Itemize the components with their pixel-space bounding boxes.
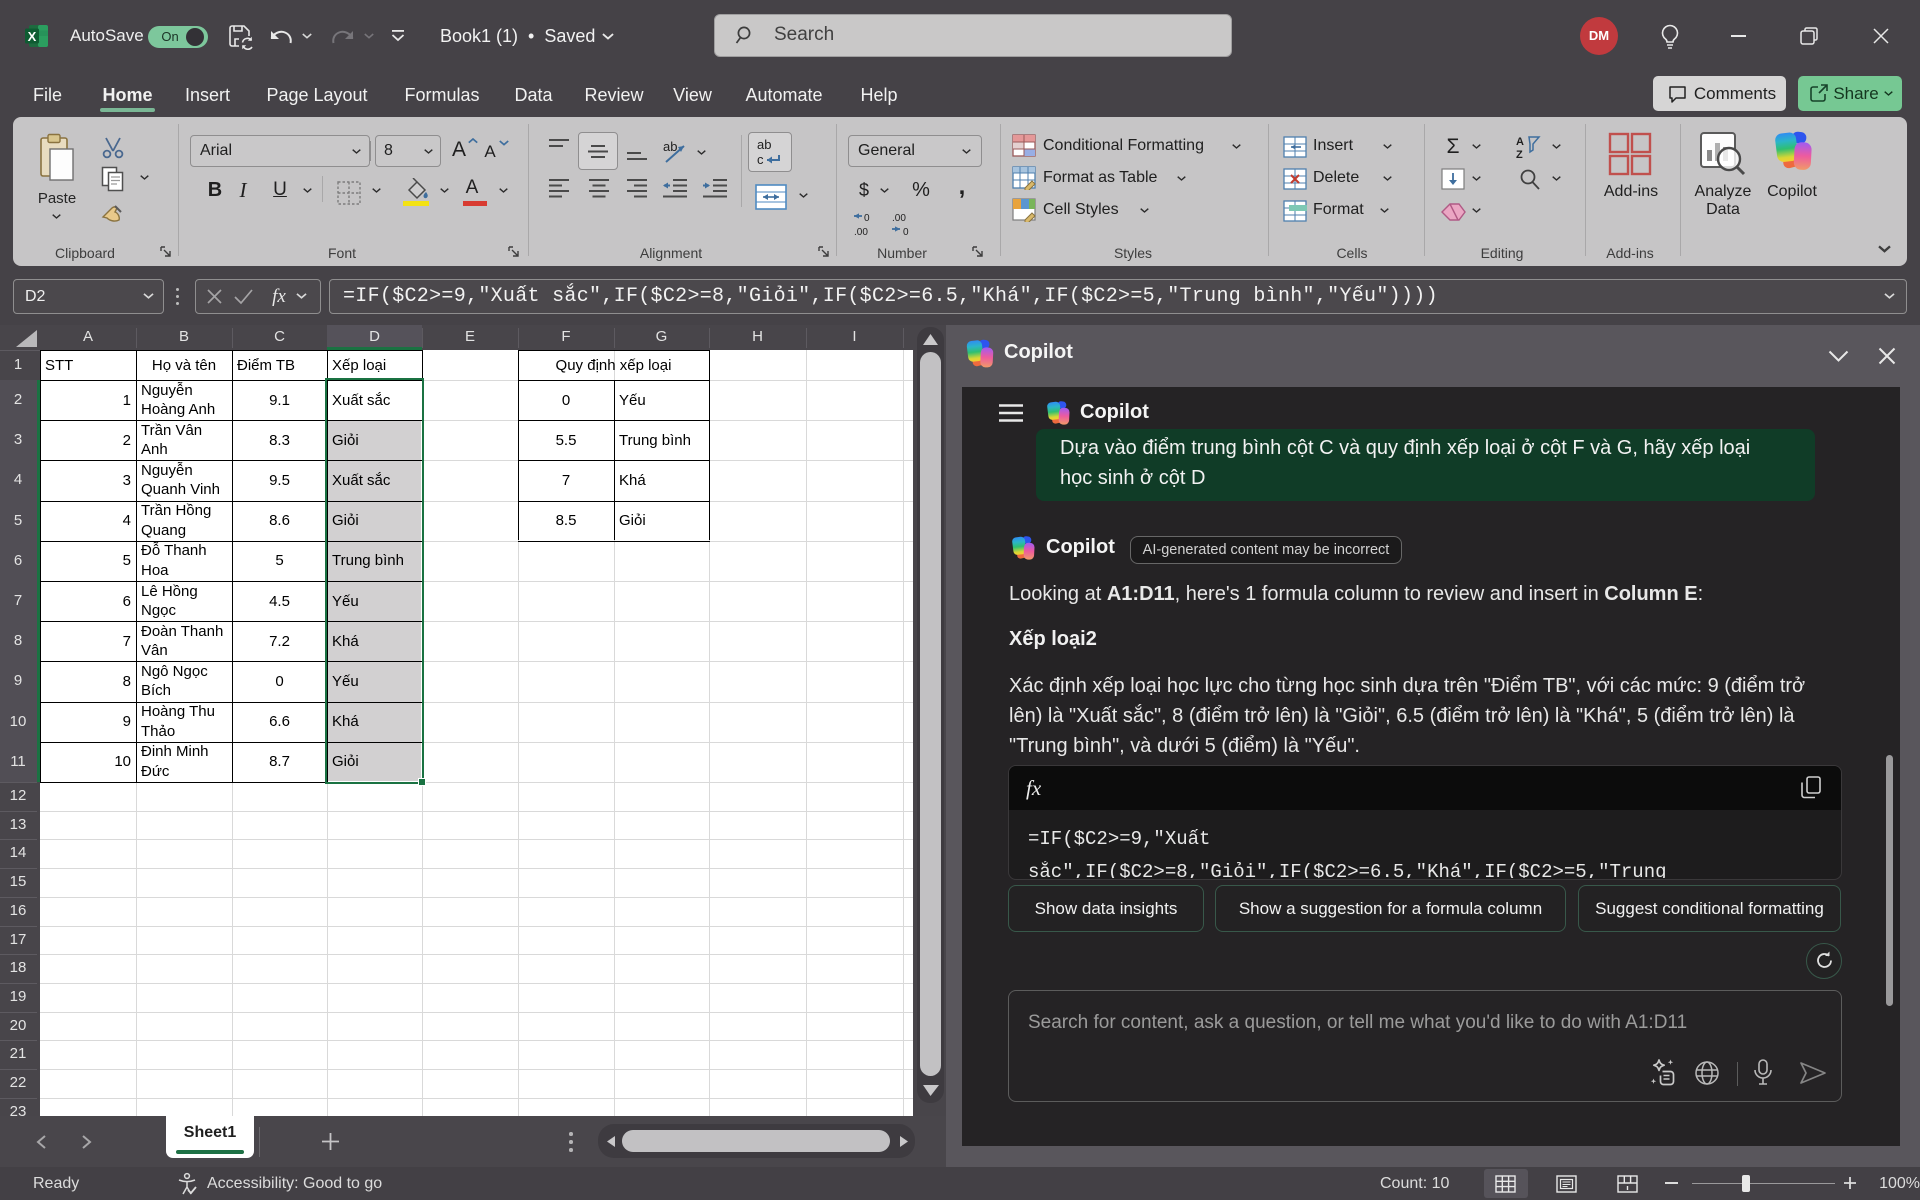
svg-text:c: c <box>757 152 764 167</box>
svg-text:.00: .00 <box>854 227 868 238</box>
svg-text:ab: ab <box>757 137 771 152</box>
svg-text:.00: .00 <box>892 213 906 224</box>
svg-text:Z: Z <box>1516 149 1523 160</box>
svg-text:0: 0 <box>903 227 909 238</box>
svg-text:ab: ab <box>663 139 677 154</box>
svg-text:X: X <box>28 29 37 44</box>
svg-text:A: A <box>1516 136 1524 148</box>
svg-text:0: 0 <box>864 213 870 224</box>
